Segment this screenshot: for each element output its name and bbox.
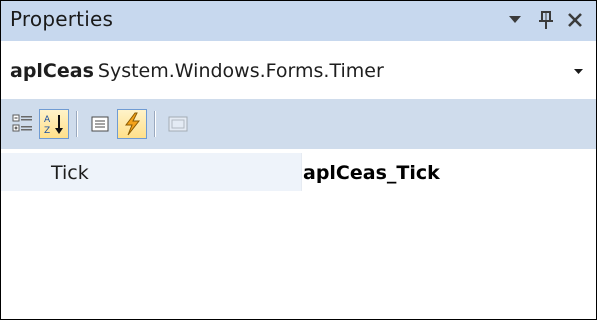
- svg-text:A: A: [44, 115, 51, 125]
- properties-button[interactable]: [85, 109, 115, 139]
- triangle-down-icon: [509, 16, 521, 23]
- properties-window: Properties aplCeas System.Windows.Forms.T…: [0, 0, 597, 320]
- property-value: aplCeas_Tick: [303, 162, 440, 184]
- categorized-button[interactable]: [8, 109, 38, 139]
- alphabetical-icon: A Z: [44, 115, 63, 136]
- object-selector-text: aplCeas System.Windows.Forms.Timer: [10, 60, 384, 82]
- combobox-dropdown-button[interactable]: [567, 57, 589, 87]
- property-pages-icon: [168, 116, 188, 132]
- categorized-icon: [12, 114, 32, 132]
- pin-icon: [539, 11, 553, 29]
- property-grid: Tick aplCeas_Tick: [1, 149, 596, 319]
- window-title: Properties: [10, 7, 114, 31]
- toolbar-separator: [76, 111, 78, 137]
- alphabetical-button[interactable]: A Z: [39, 109, 69, 139]
- window-position-dropdown-button[interactable]: [501, 5, 529, 35]
- chevron-down-icon: [573, 69, 583, 74]
- property-name: Tick: [51, 162, 89, 184]
- close-button[interactable]: [561, 5, 589, 35]
- property-value-field[interactable]: aplCeas_Tick: [301, 153, 596, 191]
- toolbar-separator: [154, 111, 156, 137]
- property-pages-button[interactable]: [163, 109, 193, 139]
- close-icon: [568, 13, 582, 27]
- svg-text:Z: Z: [44, 126, 50, 136]
- events-icon: [125, 112, 141, 136]
- property-row-tick[interactable]: Tick aplCeas_Tick: [1, 153, 596, 191]
- object-type: System.Windows.Forms.Timer: [97, 60, 384, 82]
- object-name: aplCeas: [10, 60, 94, 82]
- window-titlebar[interactable]: Properties: [1, 1, 596, 41]
- events-button[interactable]: [117, 109, 147, 139]
- properties-icon: [91, 116, 109, 132]
- properties-toolbar: A Z: [1, 99, 596, 149]
- auto-hide-pin-button[interactable]: [532, 5, 560, 35]
- object-selector-combobox[interactable]: aplCeas System.Windows.Forms.Timer: [1, 43, 596, 99]
